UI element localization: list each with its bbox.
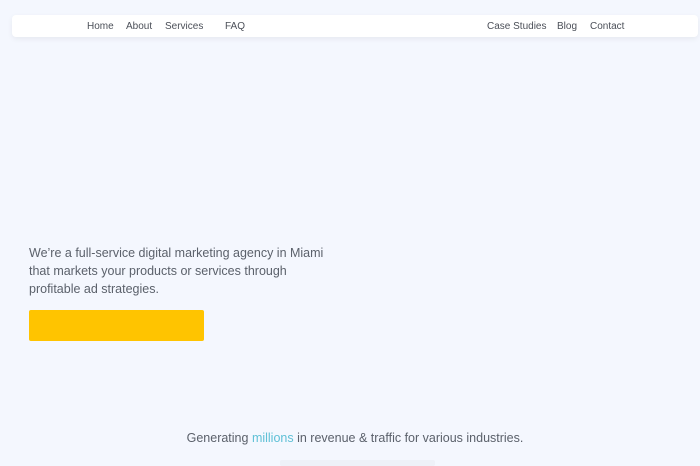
nav-link-contact[interactable]: Contact: [590, 20, 624, 33]
nav-link-case-studies[interactable]: Case Studies: [487, 20, 546, 33]
hero-cta-button[interactable]: [29, 310, 204, 341]
nav-link-about[interactable]: About: [126, 20, 152, 33]
revenue-tagline: Generating millions in revenue & traffic…: [0, 430, 700, 446]
tagline-suffix: in revenue & traffic for various industr…: [293, 431, 524, 445]
nav-link-home[interactable]: Home: [87, 20, 114, 33]
partner-logos-strip: [280, 460, 435, 466]
tagline-prefix: Generating: [186, 431, 252, 445]
nav-link-faq[interactable]: FAQ: [225, 20, 245, 33]
nav-link-services[interactable]: Services: [165, 20, 203, 33]
tagline-highlight: millions: [251, 431, 294, 445]
hero-description: We’re a full-service digital marketing a…: [29, 246, 324, 296]
nav-link-blog[interactable]: Blog: [557, 20, 577, 33]
top-navigation-bar: Home About Services FAQ Case Studies Blo…: [12, 15, 698, 37]
